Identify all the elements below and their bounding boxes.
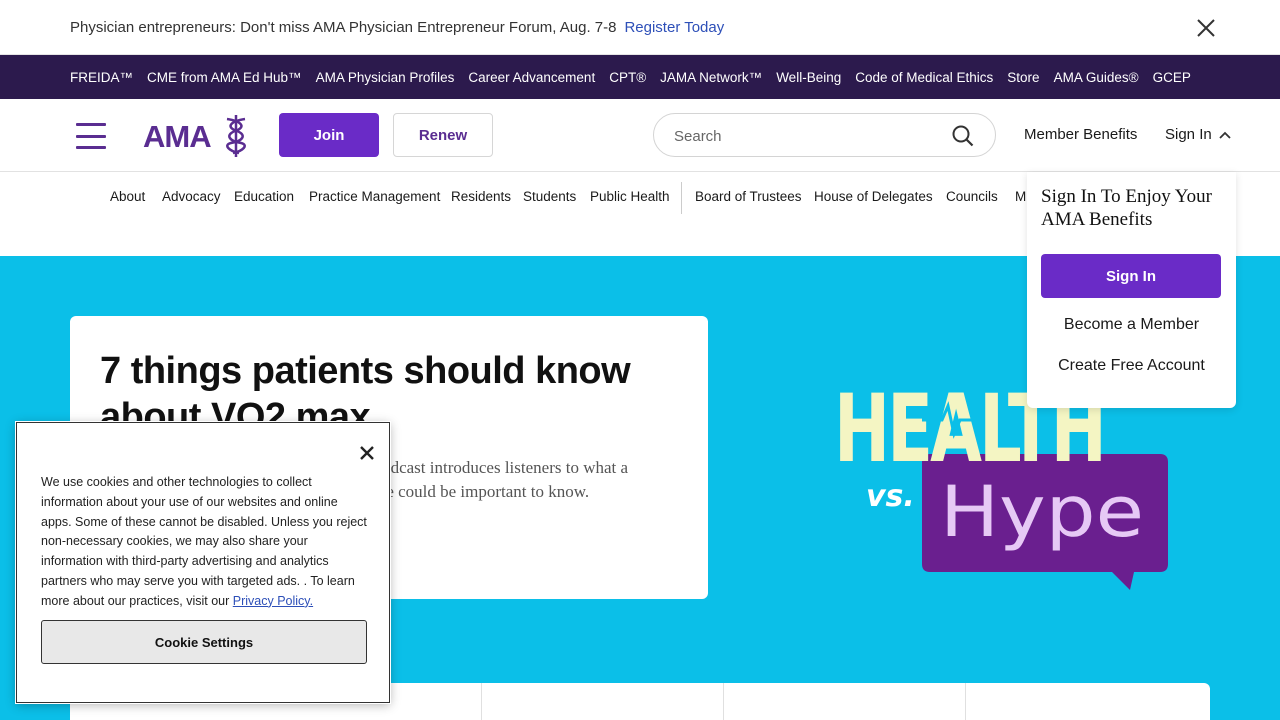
renew-button[interactable]: Renew [393,113,493,157]
become-member-link[interactable]: Become a Member [1027,316,1236,334]
cookie-text: We use cookies and other technologies to… [41,473,371,612]
cookie-text-body: We use cookies and other technologies to… [41,475,367,608]
sign-in-toggle[interactable]: Sign In [1165,126,1232,143]
card-separator [723,683,724,720]
topnav-cpt[interactable]: CPT® [609,70,646,85]
topnav-career-advancement[interactable]: Career Advancement [468,70,595,85]
sign-in-label: Sign In [1165,126,1212,143]
site-header: AMA Join Renew Member Benefits Sign In [0,99,1280,172]
cookie-close-icon[interactable] [357,443,377,463]
chevron-up-icon [1219,131,1231,139]
cookie-settings-button[interactable]: Cookie Settings [41,620,367,664]
promo-bar: Physician entrepreneurs: Don't miss AMA … [0,0,1280,55]
topnav-store[interactable]: Store [1007,70,1039,85]
nav-about[interactable]: About [110,189,145,204]
card-separator [481,683,482,720]
topnav-cme[interactable]: CME from AMA Ed Hub™ [147,70,302,85]
nav-board-of-trustees[interactable]: Board of Trustees [695,189,802,204]
art-word-hype: Hype [940,471,1144,553]
card-separator [965,683,966,720]
search-icon[interactable] [952,125,974,147]
ama-logo[interactable]: AMA [143,113,253,159]
nav-public-health[interactable]: Public Health [590,189,670,204]
nav-residents[interactable]: Residents [451,189,511,204]
topnav-freida[interactable]: FREIDA™ [70,70,133,85]
dropdown-heading: Sign In To Enjoy Your AMA Benefits [1041,186,1212,230]
nav-education[interactable]: Education [234,189,294,204]
sign-in-dropdown: Sign In To Enjoy Your AMA Benefits Sign … [1027,172,1236,408]
search-box [653,113,996,157]
logo-text: AMA [143,119,212,154]
close-icon[interactable] [1194,16,1218,40]
topnav-gcep[interactable]: GCEP [1153,70,1191,85]
register-today-link[interactable]: Register Today [624,19,724,36]
topnav-code-of-ethics[interactable]: Code of Medical Ethics [855,70,993,85]
art-word-vs: vs. [866,479,915,514]
dropdown-sign-in-button[interactable]: Sign In [1041,254,1221,298]
privacy-policy-link[interactable]: Privacy Policy. [233,594,313,608]
nav-divider [681,182,682,214]
nav-students[interactable]: Students [523,189,576,204]
nav-advocacy[interactable]: Advocacy [162,189,221,204]
nav-more-truncated[interactable]: M [1015,189,1026,204]
join-button[interactable]: Join [279,113,379,157]
search-input[interactable] [674,124,934,148]
menu-icon[interactable] [76,123,106,149]
create-account-link[interactable]: Create Free Account [1027,357,1236,375]
topnav-physician-profiles[interactable]: AMA Physician Profiles [316,70,455,85]
topnav-ama-guides[interactable]: AMA Guides® [1054,70,1139,85]
nav-councils[interactable]: Councils [946,189,998,204]
nav-practice-management[interactable]: Practice Management [309,189,440,204]
topnav-jama[interactable]: JAMA Network™ [660,70,762,85]
promo-text: Physician entrepreneurs: Don't miss AMA … [70,18,617,36]
cookie-banner: We use cookies and other technologies to… [16,422,390,703]
caduceus-icon [226,115,246,157]
nav-house-of-delegates[interactable]: House of Delegates [814,189,933,204]
topnav-well-being[interactable]: Well-Being [776,70,841,85]
top-nav: FREIDA™ CME from AMA Ed Hub™ AMA Physici… [0,55,1280,99]
member-benefits-link[interactable]: Member Benefits [1024,126,1137,143]
